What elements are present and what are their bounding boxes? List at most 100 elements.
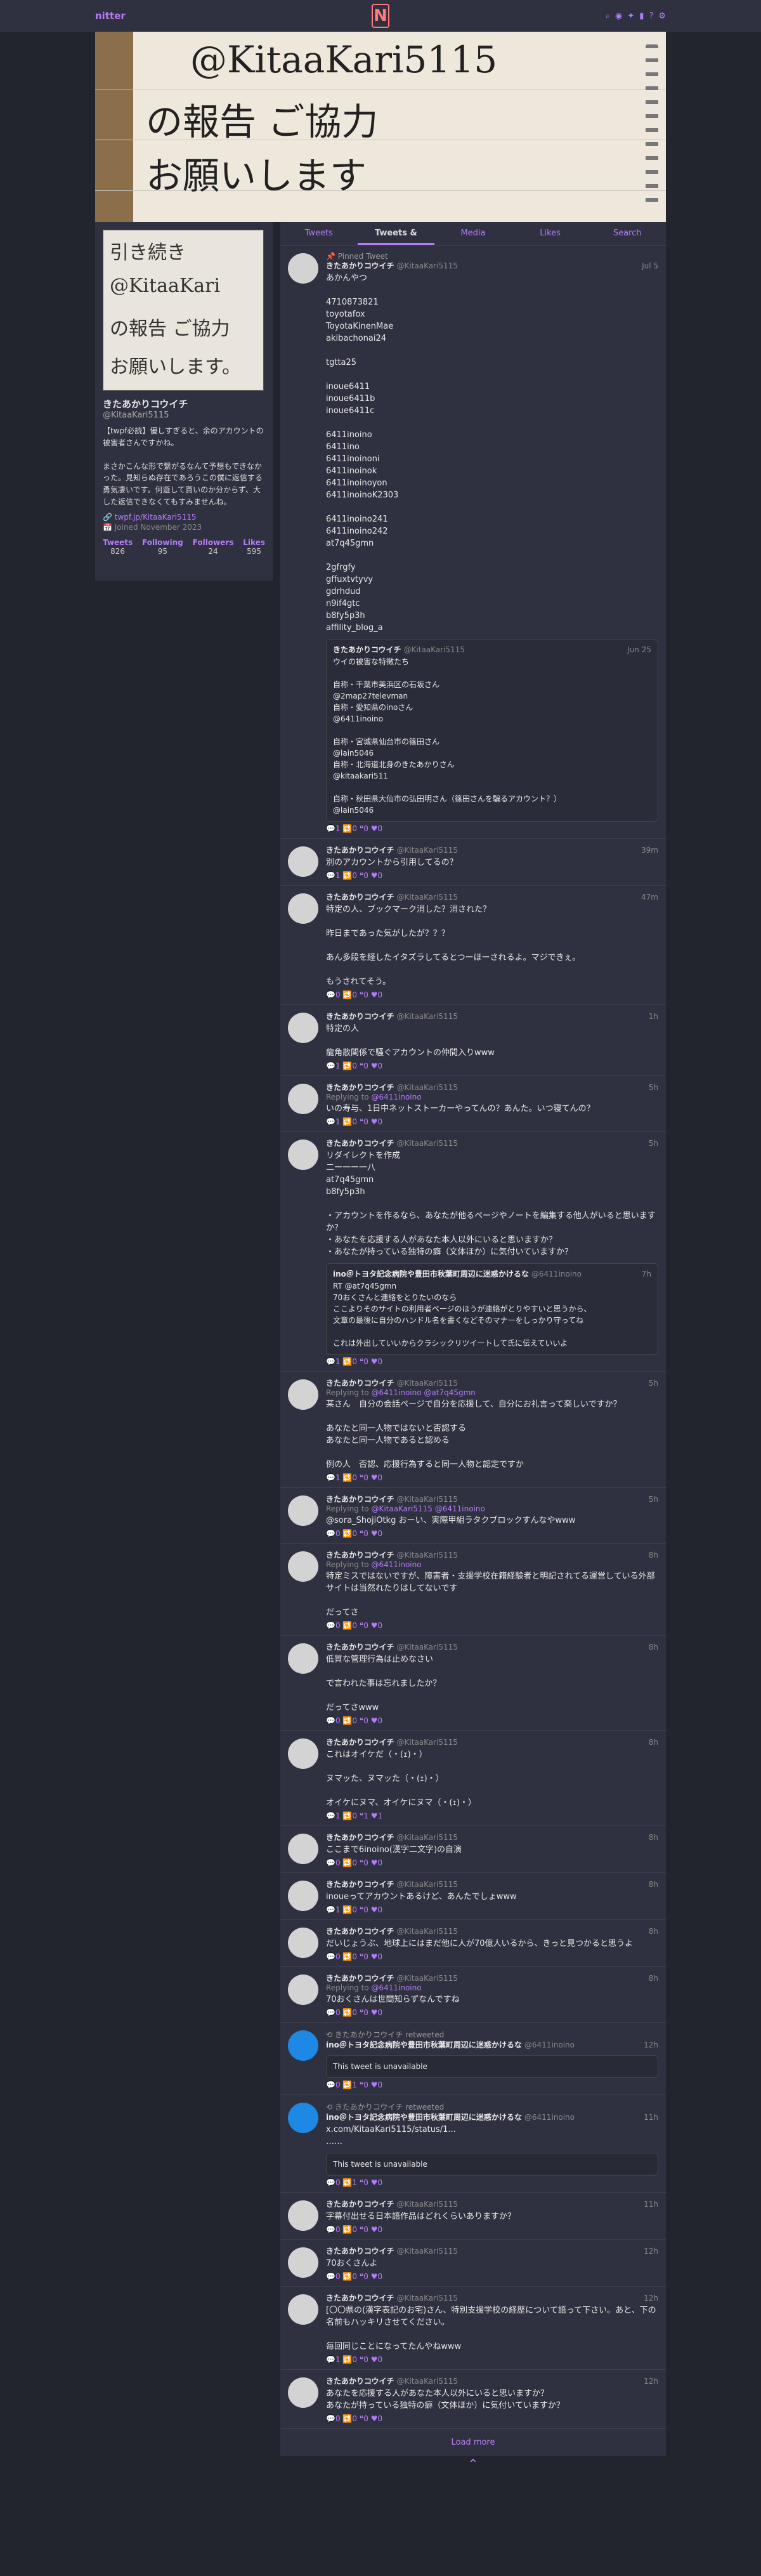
- quote-username[interactable]: @KitaaKari5115: [404, 645, 465, 654]
- tweet-date[interactable]: 8h: [649, 1550, 658, 1560]
- twitter-icon[interactable]: ✦: [627, 11, 634, 21]
- tweet-date[interactable]: 8h: [649, 1737, 658, 1747]
- tweet-username[interactable]: @KitaaKari5115: [397, 2200, 458, 2209]
- tweet-item[interactable]: きたあかりコウイチ @KitaaKari5115 39m 別のアカウントから引用してる…: [280, 839, 666, 886]
- tweet-date[interactable]: 8h: [649, 1973, 658, 1983]
- tweet-username[interactable]: @KitaaKari5115: [397, 261, 458, 270]
- reply-mention-link[interactable]: @6411inoino @at7q45gmn: [371, 1388, 475, 1397]
- tweet-date[interactable]: 39m: [641, 845, 658, 855]
- tweet-date[interactable]: 12h: [644, 2376, 658, 2386]
- tweet-item[interactable]: きたあかりコウイチ @KitaaKari5115 5h Replying to @Ki…: [280, 1488, 666, 1544]
- avatar[interactable]: [288, 1084, 318, 1114]
- tweet-username[interactable]: @KitaaKari5115: [397, 1139, 458, 1148]
- tweet-item[interactable]: きたあかりコウイチ @KitaaKari5115 5h リダイレクトを作成 二ー一ー一…: [280, 1132, 666, 1372]
- tweet-date[interactable]: 11h: [644, 2112, 658, 2122]
- avatar[interactable]: [288, 1140, 318, 1170]
- tweet-item[interactable]: きたあかりコウイチ @KitaaKari5115 47m 特定の人、ブックマーク消した…: [280, 886, 666, 1005]
- tweet-stats[interactable]: 💬1 🔁0 ❝0 ♥0: [326, 824, 658, 833]
- tweet-username[interactable]: @KitaaKari5115: [397, 1738, 458, 1747]
- tweet-stats[interactable]: 💬0 🔁1 ❝0 ♥0: [326, 2178, 658, 2187]
- avatar[interactable]: [288, 2030, 318, 2061]
- tweet-date[interactable]: 1h: [649, 1011, 658, 1022]
- avatar[interactable]: [288, 1643, 318, 1674]
- tweet-fullname[interactable]: きたあかりコウイチ: [326, 1738, 394, 1747]
- tweet-item[interactable]: きたあかりコウイチ @KitaaKari5115 8h Replying to @64…: [280, 1967, 666, 2023]
- tweet-date[interactable]: 12h: [644, 2246, 658, 2256]
- tweet-fullname[interactable]: きたあかりコウイチ: [326, 1880, 394, 1889]
- avatar[interactable]: [288, 2103, 318, 2133]
- profile-fullname[interactable]: きたあかりコウイチ: [103, 397, 265, 411]
- tweet-fullname[interactable]: ino＠トヨタ記念病院や豊田市秋葉町周辺に迷惑かけるな: [326, 2113, 522, 2122]
- profile-username[interactable]: @KitaaKari5115: [103, 411, 265, 420]
- tab-tweets[interactable]: Tweets: [280, 222, 358, 245]
- avatar[interactable]: [288, 1495, 318, 1526]
- tweet-date[interactable]: 8h: [649, 1926, 658, 1936]
- tweet-fullname[interactable]: きたあかりコウイチ: [326, 2200, 394, 2209]
- tweet-date[interactable]: 5h: [649, 1138, 658, 1148]
- tweet-date[interactable]: 12h: [644, 2040, 658, 2050]
- tweet-fullname[interactable]: きたあかりコウイチ: [326, 1927, 394, 1936]
- profile-stat-followers[interactable]: Followers 24: [193, 538, 234, 556]
- tweet-item[interactable]: きたあかりコウイチ @KitaaKari5115 5h Replying to @64…: [280, 1076, 666, 1132]
- tweet-stats[interactable]: 💬0 🔁0 ❝0 ♥0: [326, 1952, 658, 1961]
- tweet-date[interactable]: Jul 5: [642, 261, 658, 271]
- profile-stat-following[interactable]: Following 95: [142, 538, 183, 556]
- avatar[interactable]: [288, 2377, 318, 2408]
- tweet-fullname[interactable]: きたあかりコウイチ: [326, 1551, 394, 1560]
- nitter-logo[interactable]: N: [372, 4, 389, 28]
- tweet-stats[interactable]: 💬0 🔁0 ❝0 ♥0: [326, 2414, 658, 2423]
- tweet-date[interactable]: 5h: [649, 1082, 658, 1093]
- tab-media[interactable]: Media: [434, 222, 512, 245]
- tweet-stats[interactable]: 💬1 🔁0 ❝0 ♥0: [326, 2355, 658, 2364]
- tweet-item[interactable]: きたあかりコウイチ @KitaaKari5115 8h ここまで6inoino(漢字二…: [280, 1826, 666, 1873]
- tweet-stats[interactable]: 💬0 🔁0 ❝0 ♥0: [326, 1716, 658, 1725]
- tweet-fullname[interactable]: きたあかりコウイチ: [326, 1012, 394, 1021]
- tweet-item[interactable]: きたあかりコウイチ @KitaaKari5115 12h あなたを応援する人があなた本…: [280, 2370, 666, 2429]
- avatar[interactable]: [288, 1551, 318, 1582]
- tweet-date[interactable]: 5h: [649, 1494, 658, 1504]
- tweet-username[interactable]: @KitaaKari5115: [397, 1012, 458, 1021]
- profile-avatar[interactable]: 引き続き @KitaaKari の報告 ご協力 お願いします。: [103, 230, 264, 391]
- tweet-username[interactable]: @KitaaKari5115: [397, 1927, 458, 1936]
- avatar[interactable]: [288, 1881, 318, 1911]
- tweet-item[interactable]: きたあかりコウイチ @KitaaKari5115 11h 字幕付出せる日本語作品はどれ…: [280, 2193, 666, 2240]
- tweet-stats[interactable]: 💬0 🔁0 ❝0 ♥0: [326, 2272, 658, 2281]
- quote-username[interactable]: @6411inoino: [531, 1270, 582, 1278]
- tweet-stats[interactable]: 💬1 🔁0 ❝0 ♥0: [326, 1473, 658, 1482]
- tweet-username[interactable]: @KitaaKari5115: [397, 1495, 458, 1504]
- tweet-fullname[interactable]: きたあかりコウイチ: [326, 1495, 394, 1504]
- avatar[interactable]: [288, 1738, 318, 1769]
- quoted-tweet[interactable]: きたあかりコウイチ @KitaaKari5115 Jun 25 ウイの被害な特徴たち …: [326, 639, 658, 822]
- help-icon[interactable]: ?: [649, 11, 653, 21]
- avatar[interactable]: [288, 1013, 318, 1043]
- reply-mention-link[interactable]: @6411inoino: [371, 1560, 421, 1569]
- quote-date[interactable]: 7h: [642, 1269, 651, 1279]
- tweet-fullname[interactable]: きたあかりコウイチ: [326, 261, 394, 270]
- tweet-username[interactable]: @KitaaKari5115: [397, 846, 458, 855]
- tweet-date[interactable]: 5h: [649, 1378, 658, 1388]
- tweet-username[interactable]: @KitaaKari5115: [397, 2294, 458, 2303]
- avatar[interactable]: [288, 846, 318, 877]
- tweet-date[interactable]: 8h: [649, 1879, 658, 1889]
- profile-stat-tweets[interactable]: Tweets 826: [103, 538, 133, 556]
- quote-fullname[interactable]: きたあかりコウイチ: [333, 645, 401, 654]
- tab-search[interactable]: Search: [589, 222, 666, 245]
- tweet-fullname[interactable]: きたあかりコウイチ: [326, 846, 394, 855]
- tweet-date[interactable]: 8h: [649, 1642, 658, 1652]
- avatar[interactable]: [288, 1834, 318, 1864]
- tweet-item[interactable]: きたあかりコウイチ @KitaaKari5115 8h Replying to @64…: [280, 1544, 666, 1636]
- tweet-fullname[interactable]: きたあかりコウイチ: [326, 1974, 394, 1983]
- tweet-item[interactable]: 📌 Pinned Tweet きたあかりコウイチ @KitaaKari5115 Jul…: [280, 246, 666, 839]
- reply-mention-link[interactable]: @6411inoino: [371, 1983, 421, 1992]
- avatar[interactable]: [288, 2200, 318, 2231]
- tweet-fullname[interactable]: きたあかりコウイチ: [326, 2247, 394, 2256]
- tweet-username[interactable]: @KitaaKari5115: [397, 1551, 458, 1560]
- tweet-fullname[interactable]: きたあかりコウイチ: [326, 893, 394, 902]
- tweet-username[interactable]: @6411inoino: [524, 2113, 575, 2122]
- avatar[interactable]: [288, 2294, 318, 2325]
- tweet-fullname[interactable]: きたあかりコウイチ: [326, 1083, 394, 1092]
- tweet-item[interactable]: きたあかりコウイチ @KitaaKari5115 5h Replying to @64…: [280, 1372, 666, 1488]
- tweet-stats[interactable]: 💬1 🔁0 ❝0 ♥0: [326, 1117, 658, 1126]
- avatar[interactable]: [288, 893, 318, 924]
- quote-fullname[interactable]: ino＠トヨタ記念病院や豊田市秋葉町周辺に迷惑かけるな: [333, 1270, 529, 1278]
